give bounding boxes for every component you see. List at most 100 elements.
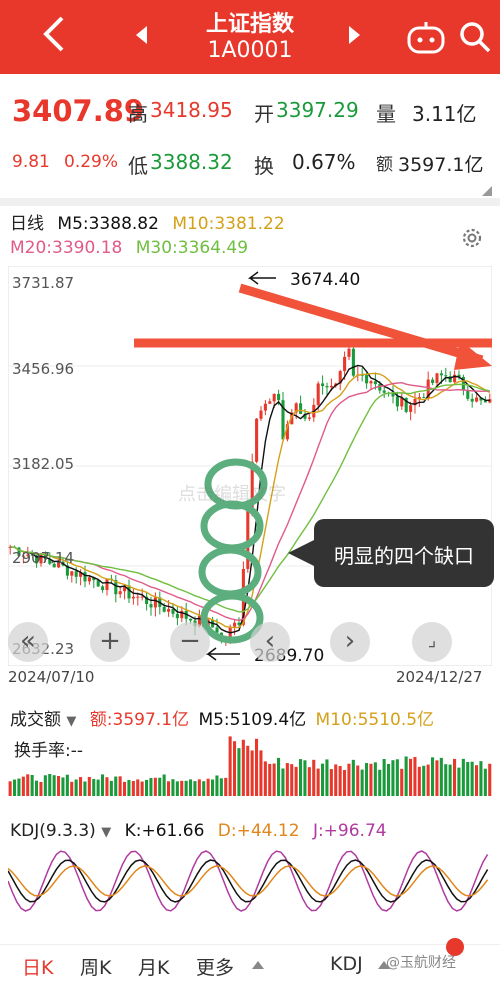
volume-bar [329, 769, 333, 796]
volume-bar [334, 764, 338, 796]
candle-body [347, 348, 351, 357]
volume-bar [453, 758, 457, 796]
kdj-d: D:+44.12 [217, 821, 300, 841]
volume-bar [312, 759, 316, 796]
trend-arrow-diagonal [238, 283, 484, 365]
kdj-chart[interactable] [8, 846, 492, 916]
next-stock-icon[interactable] [349, 26, 360, 44]
end-date: 2024/12/27 [396, 668, 483, 686]
open-value: 3397.29 [276, 98, 359, 122]
gear-icon[interactable] [460, 226, 484, 250]
candle-body [329, 385, 333, 388]
open-label: 开 [254, 102, 274, 126]
candle-body [277, 393, 281, 401]
volume-bar [373, 762, 377, 796]
fullscreen-button[interactable]: ⌟ [412, 622, 452, 662]
volume-bar [8, 781, 12, 796]
ma20-value: M20:3390.18 [10, 238, 123, 258]
tab-weekly[interactable]: 周K [80, 953, 111, 980]
volume-label: 量 [376, 102, 396, 126]
candle-body [409, 405, 413, 412]
volume-bar [347, 763, 351, 796]
volume-bar [57, 775, 61, 796]
price-tick-4: 2907.14 [12, 549, 75, 567]
candle-body [466, 390, 470, 399]
source-watermark: @玉航财经 [386, 955, 456, 971]
tab-more[interactable]: 更多 [196, 953, 234, 980]
ma30-value: M30:3364.49 [135, 238, 249, 258]
tab-daily[interactable]: 日K [22, 953, 53, 980]
candle-body [131, 596, 135, 599]
volume-bar [83, 781, 87, 796]
volume-bar [237, 748, 241, 796]
volume-bar [92, 779, 96, 796]
scroll-right-button[interactable]: › [330, 622, 370, 662]
ma-legend: 日线 M5:3388.82 M10:3381.22 M20:3390.18 M3… [10, 212, 293, 260]
volume-bar [246, 745, 250, 796]
volume-bar [171, 779, 175, 796]
quote-panel: 3407.89 9.81 0.29% 高 3418.95 开 3397.29 量… [0, 74, 500, 196]
ma10-value: M10:3381.22 [172, 214, 285, 234]
candle-body [127, 585, 131, 599]
price-change-pct: 0.29% [64, 152, 119, 172]
volume-bar [400, 768, 404, 796]
volume-bar [153, 777, 157, 796]
volume-bar [145, 779, 149, 796]
turnover-value: 0.67% [292, 150, 356, 174]
low-pointer-arrow [205, 647, 240, 661]
candle-body [382, 390, 386, 393]
volume-bar [215, 775, 219, 796]
candle-body [255, 418, 259, 462]
volume-bar [175, 781, 179, 796]
volume-bar [255, 738, 259, 796]
candle-body [351, 348, 355, 376]
volume-bar [74, 779, 78, 796]
candle-body [391, 393, 395, 397]
kdj-selector[interactable]: KDJ(9.3.3) [10, 821, 96, 841]
volume-bar [391, 760, 395, 796]
candle-body [395, 396, 399, 407]
volume-bar [96, 779, 100, 796]
high-label: 高 [128, 102, 148, 126]
volume-bar [180, 780, 184, 796]
edit-text-watermark: 点击编辑文字 [178, 484, 286, 505]
candle-body [70, 571, 74, 576]
tab-monthly[interactable]: 月K [138, 953, 169, 980]
volume-bar [39, 781, 43, 796]
volume-bar [321, 763, 325, 796]
robot-assistant-icon[interactable] [406, 20, 446, 54]
candle-body [373, 381, 377, 385]
volume-bar [413, 756, 417, 796]
volume-chart[interactable] [8, 726, 492, 796]
volume-bar [233, 741, 237, 796]
scroll-left-button[interactable]: ‹ [250, 622, 290, 662]
candle-body [400, 398, 404, 407]
low-value: 3388.32 [150, 150, 233, 174]
zoom-in-button[interactable]: + [90, 622, 130, 662]
candle-body [470, 398, 474, 402]
volume-bar [360, 769, 364, 796]
start-date: 2024/07/10 [8, 668, 95, 686]
tab-indicator[interactable]: KDJ [330, 953, 363, 975]
price-change: 9.81 [12, 152, 50, 172]
volume-bar [409, 758, 413, 796]
volume-bar [21, 776, 25, 796]
volume-bar [123, 781, 127, 796]
volume-bar [356, 765, 360, 796]
volume-bar [65, 774, 69, 796]
search-icon[interactable] [456, 18, 494, 56]
candle-body [233, 622, 237, 627]
zoom-out-far-button[interactable]: « [8, 622, 48, 662]
expand-corner-icon[interactable] [482, 186, 492, 196]
candlestick-chart[interactable] [8, 266, 492, 666]
volume-bar [228, 736, 232, 796]
candle-body [175, 613, 179, 619]
volume-bar [48, 774, 52, 796]
candle-body [74, 571, 78, 577]
volume-bar [250, 750, 254, 796]
volume-bar [30, 775, 34, 796]
candle-body [343, 356, 347, 372]
kdj-dropdown-icon[interactable]: ▼ [101, 825, 111, 840]
zoom-out-button[interactable]: − [170, 622, 210, 662]
section-divider [0, 198, 500, 206]
